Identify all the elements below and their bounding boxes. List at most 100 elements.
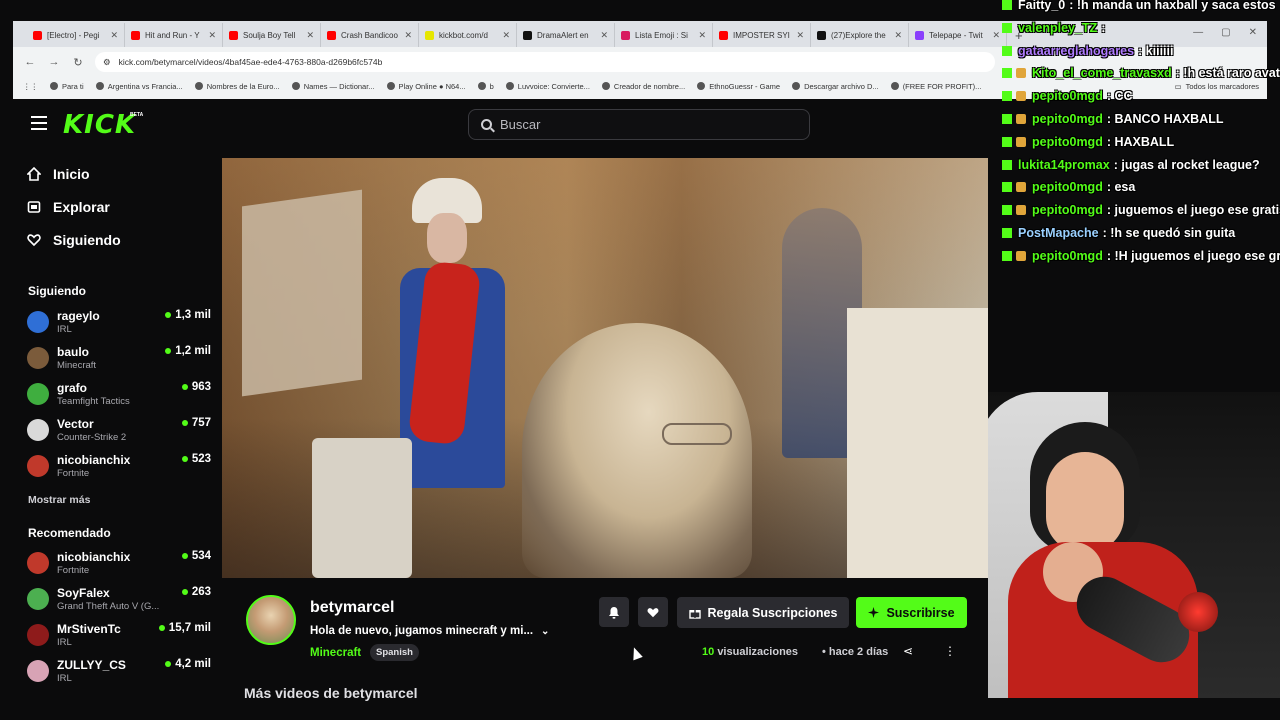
bookmark-item[interactable]: Nombres de la Euro... [194,82,280,91]
sidebar-channel[interactable]: grafo Teamfight Tactics 963 [27,381,211,413]
chat-text: : jugas al rocket league? [1113,157,1260,172]
browser-tab[interactable]: DramaAlert en ✕ [517,23,615,47]
gift-subs-button[interactable]: Regala Suscripciones [677,597,849,628]
sidebar-channel[interactable]: Vector Counter-Strike 2 757 [27,417,211,449]
channel-category: Fortnite [57,565,90,576]
nav-following[interactable]: Siguiendo [27,232,121,248]
kick-badge-icon [1002,22,1012,33]
bookmark-item[interactable]: b [477,82,494,91]
bookmark-item[interactable]: Descargar archivo D... [792,82,879,91]
browser-tab[interactable]: IMPOSTER SYI ✕ [713,23,811,47]
sidebar-channel[interactable]: ZULLYY_CS IRL 4,2 mil [27,658,211,690]
heart-icon [27,234,41,247]
apps-icon[interactable]: ⋮⋮ [23,82,38,91]
follow-button[interactable] [638,597,668,627]
kick-badge-icon [1002,136,1012,147]
site-info-icon[interactable]: ⚙ [103,57,111,68]
bookmark-item[interactable]: (FREE FOR PROFIT)... [890,82,981,91]
sidebar-channel[interactable]: MrStivenTc IRL 15,7 mil [27,622,211,654]
sidebar-channel[interactable]: baulo Minecraft 1,2 mil [27,345,211,377]
tab-close-icon[interactable]: ✕ [404,30,412,41]
channel-category: IRL [57,324,72,335]
subscribe-button[interactable]: Suscribirse [856,597,967,628]
bookmark-favicon-icon [505,82,514,90]
nav-home-label: Inicio [53,166,90,182]
crown-badge-icon [1016,250,1026,261]
url-text: kick.com/betymarcel/videos/4baf45ae-ede4… [118,57,383,67]
sidebar-channel[interactable]: nicobianchix Fortnite 534 [27,550,211,582]
following-heading: Siguiendo [28,284,86,298]
bookmark-item[interactable]: Para ti [50,82,84,91]
channel-avatar [27,588,49,610]
gift-subs-label: Regala Suscripciones [707,605,838,620]
tab-title: [Electro] - Pegi [47,30,100,40]
browser-tab[interactable]: kickbot.com/d ✕ [419,23,517,47]
streamer-avatar[interactable] [246,595,296,645]
bookmark-item[interactable]: Argentina vs Francia... [95,82,183,91]
browser-tab[interactable]: Telepape - Twit ✕ [909,23,1007,47]
kick-badge-icon [1002,182,1012,193]
browser-tab[interactable]: Hit and Run - Y ✕ [125,23,223,47]
upload-date: • hace 2 días [822,646,889,658]
streamer-name[interactable]: betymarcel [310,599,395,617]
language-tag[interactable]: Spanish [370,644,419,661]
bookmark-item[interactable]: Creador de nombre... [601,82,685,91]
tab-close-icon[interactable]: ✕ [502,30,510,41]
show-more-link[interactable]: Mostrar más [28,494,90,506]
bookmark-favicon-icon [697,82,706,90]
tab-close-icon[interactable]: ✕ [306,30,314,41]
view-count-number: 10 [702,646,715,658]
chat-text: : !H juguemos el juego ese gra [1106,248,1280,263]
forward-icon[interactable]: → [47,56,61,68]
video-category[interactable]: Minecraft [310,647,361,659]
tab-close-icon[interactable]: ✕ [894,30,902,41]
viewer-count: 15,7 mil [168,622,211,634]
share-icon[interactable]: ⋖ [903,644,913,658]
more-options-icon[interactable]: ⋮ [944,644,956,658]
nav-home[interactable]: Inicio [27,166,90,182]
sidebar-channel[interactable]: nicobianchix Fortnite 523 [27,453,211,485]
chat-username: pepito0mgd [1032,134,1103,149]
channel-category: IRL [57,637,72,648]
browser-tab[interactable]: [Electro] - Pegi ✕ [27,23,125,47]
upload-date-text: hace 2 días [828,646,889,658]
kick-logo[interactable]: KICK [63,110,136,140]
browser-tab[interactable]: Lista Emoji : Si ✕ [615,23,713,47]
tab-close-icon[interactable]: ✕ [600,30,608,41]
browser-tab[interactable]: (27)Explore the ✕ [811,23,909,47]
address-bar[interactable]: ⚙ kick.com/betymarcel/videos/4baf45ae-ed… [95,52,995,72]
menu-icon[interactable] [31,116,47,130]
tab-close-icon[interactable]: ✕ [698,30,706,41]
tab-close-icon[interactable]: ✕ [796,30,804,41]
nav-explore-label: Explorar [53,199,110,215]
notification-button[interactable] [599,597,629,627]
video-title-row[interactable]: Hola de nuevo, jugamos minecraft y mi...… [310,625,549,637]
viewer-count: 4,2 mil [175,658,211,670]
back-icon[interactable]: ← [23,56,37,68]
bookmark-label: Descargar archivo D... [804,81,879,91]
bookmark-item[interactable]: Luvvoice: Convierte... [505,82,590,91]
webcam-overlay [988,392,1280,698]
tab-close-icon[interactable]: ✕ [110,30,118,41]
video-machine [312,438,412,578]
reload-icon[interactable]: ↻ [71,56,85,69]
bookmark-item[interactable]: Names — Dictionar... [291,82,375,91]
chat-message: lukita14promax: jugas al rocket league? [1002,155,1260,175]
sidebar-channel[interactable]: rageylo IRL 1,3 mil [27,309,211,341]
chevron-down-icon[interactable]: ⌄ [541,626,549,637]
more-videos-heading: Más videos de betymarcel [244,685,418,701]
sidebar-channel[interactable]: SoyFalex Grand Theft Auto V (G... 263 [27,586,211,618]
browser-tab[interactable]: Soulja Boy Tell ✕ [223,23,321,47]
tab-close-icon[interactable]: ✕ [208,30,216,41]
browser-tab[interactable]: Crash Bandicoo ✕ [321,23,419,47]
bookmark-item[interactable]: EthnoGuessr - Game [697,82,780,91]
chat-text: : HAXBALL [1106,134,1175,149]
search-input[interactable] [500,117,780,132]
search-box[interactable] [468,109,810,140]
video-mannequin-head [427,213,467,263]
tab-favicon-icon [915,30,924,40]
nav-explore[interactable]: Explorar [27,199,110,215]
channel-viewers: 4,2 mil [165,658,211,670]
video-player[interactable] [222,158,988,578]
bookmark-item[interactable]: Play Online ● N64... [386,82,466,91]
